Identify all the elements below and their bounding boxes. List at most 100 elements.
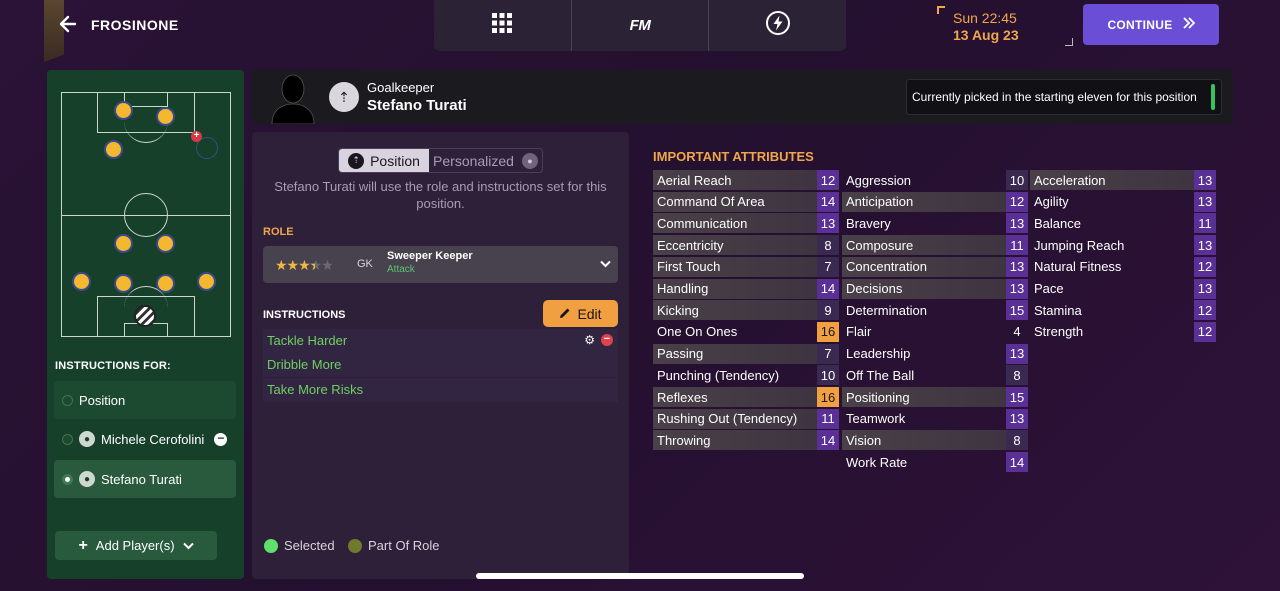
attribute-value: 8 xyxy=(1006,430,1028,451)
attribute-value: 14 xyxy=(817,430,839,451)
attribute-row[interactable]: Composure 11 xyxy=(842,235,1028,256)
formation-player-marker[interactable] xyxy=(156,234,175,253)
chevron-down-icon xyxy=(600,256,611,271)
plus-icon: + xyxy=(78,536,88,554)
continue-button[interactable]: CONTINUE xyxy=(1083,4,1219,45)
attribute-row[interactable]: Eccentricity 8 xyxy=(653,235,839,256)
attribute-value: 13 xyxy=(1194,278,1216,299)
formation-player-marker[interactable] xyxy=(114,101,133,120)
attribute-row[interactable]: Acceleration 13 xyxy=(1030,170,1216,190)
option-player-cerofolini[interactable]: ● Michele Cerofolini − xyxy=(54,420,236,458)
instruction-row[interactable]: Dribble More xyxy=(263,353,618,377)
option-position[interactable]: Position xyxy=(54,381,236,419)
attribute-row[interactable]: Decisions 13 xyxy=(842,278,1028,299)
role-selector[interactable]: ★★★★★★ GK Sweeper Keeper Attack xyxy=(263,246,618,283)
attribute-row[interactable]: Balance 11 xyxy=(1030,213,1216,234)
attribute-row[interactable]: Vision 8 xyxy=(842,430,1028,451)
formation-player-marker[interactable] xyxy=(114,234,133,253)
attribute-value: 16 xyxy=(817,387,839,407)
attribute-row[interactable]: Pace 13 xyxy=(1030,278,1216,299)
lightning-button[interactable] xyxy=(709,0,846,51)
attribute-name: Strength xyxy=(1034,324,1084,340)
attribute-row[interactable]: Aerial Reach 12 xyxy=(653,170,839,190)
instruction-mode-toggle[interactable]: ⇡ Position Personalized ● xyxy=(338,148,543,173)
edit-instructions-button[interactable]: Edit xyxy=(543,300,618,327)
attribute-row[interactable]: Command Of Area 14 xyxy=(653,191,839,212)
top-navigation: FM xyxy=(434,0,846,51)
player-name[interactable]: Stefano Turati xyxy=(367,97,467,114)
attribute-value: 13 xyxy=(1194,235,1216,256)
radio-button[interactable] xyxy=(62,394,73,406)
instruction-row[interactable]: Take More Risks xyxy=(263,378,618,402)
back-arrow-icon[interactable] xyxy=(58,14,80,36)
attribute-row[interactable]: Natural Fitness 12 xyxy=(1030,256,1216,277)
attribute-row[interactable]: Anticipation 12 xyxy=(842,191,1028,212)
remove-instruction-icon[interactable]: − xyxy=(601,334,613,346)
toggle-personalized[interactable]: Personalized ● xyxy=(429,149,542,172)
game-date: Sun 22:45 13 Aug 23 xyxy=(937,6,1073,46)
attribute-row[interactable]: Reflexes 16 xyxy=(653,387,839,407)
attribute-name: Aggression xyxy=(846,172,912,188)
legend-dot xyxy=(264,538,278,553)
attribute-row[interactable]: Stamina 12 xyxy=(1030,300,1216,321)
role-heading: ROLE xyxy=(263,226,294,238)
attribute-row[interactable]: Determination 15 xyxy=(842,300,1028,321)
attribute-row[interactable]: Work Rate 14 xyxy=(842,452,1028,473)
remove-icon[interactable]: − xyxy=(214,432,228,446)
radio-button[interactable] xyxy=(62,433,73,445)
instruction-label: Dribble More xyxy=(267,357,342,372)
instructions-for-heading: INSTRUCTIONS FOR: xyxy=(55,360,171,372)
attribute-row[interactable]: Passing 7 xyxy=(653,343,839,364)
attribute-row[interactable]: Strength 12 xyxy=(1030,321,1216,342)
double-chevron-right-icon xyxy=(1182,17,1195,32)
attribute-row[interactable]: Handling 14 xyxy=(653,278,839,299)
attribute-row[interactable]: Jumping Reach 13 xyxy=(1030,235,1216,256)
attribute-row[interactable]: Positioning 15 xyxy=(842,387,1028,407)
legend-label: Part Of Role xyxy=(368,538,440,553)
formation-pitch[interactable]: + xyxy=(61,92,231,337)
attribute-value: 13 xyxy=(1006,408,1028,429)
important-attributes-heading: IMPORTANT ATTRIBUTES xyxy=(653,149,814,164)
attribute-row[interactable]: Punching (Tendency) 10 xyxy=(653,365,839,386)
gear-icon[interactable]: ⚙ xyxy=(584,334,595,346)
attribute-row[interactable]: Aggression 10 xyxy=(842,170,1028,190)
attribute-row[interactable]: Leadership 13 xyxy=(842,343,1028,364)
grid-menu-button[interactable] xyxy=(434,0,572,51)
attribute-name: Kicking xyxy=(657,302,699,318)
attribute-row[interactable]: Kicking 9 xyxy=(653,300,839,321)
tactics-side-panel: + INSTRUCTIONS FOR: Position ● Michele C… xyxy=(47,70,244,579)
goalkeeper-marker[interactable] xyxy=(134,305,156,327)
attribute-name: Rushing Out (Tendency) xyxy=(657,411,798,427)
instruction-row[interactable]: Tackle Harder ⚙ − xyxy=(263,329,618,353)
radio-button-selected[interactable] xyxy=(62,473,73,485)
attribute-row[interactable]: Flair 4 xyxy=(842,322,1028,342)
attribute-row[interactable]: Throwing 14 xyxy=(653,430,839,451)
fm-home-button[interactable]: FM xyxy=(572,0,710,51)
attribute-name: Handling xyxy=(657,281,709,296)
formation-player-marker[interactable] xyxy=(197,272,216,291)
club-name[interactable]: FROSINONE xyxy=(91,17,179,33)
formation-player-marker[interactable] xyxy=(156,107,175,126)
attribute-row[interactable]: First Touch 7 xyxy=(653,256,839,277)
instructions-panel: ⇡ Position Personalized ● Stefano Turati… xyxy=(252,132,629,579)
attribute-row[interactable]: Concentration 13 xyxy=(842,256,1028,277)
add-players-button[interactable]: + Add Player(s) xyxy=(55,531,217,560)
attribute-value: 12 xyxy=(1194,256,1216,277)
option-player-turati[interactable]: ● Stefano Turati xyxy=(54,460,236,498)
home-indicator[interactable] xyxy=(476,573,804,579)
attribute-row[interactable]: One On Ones 16 xyxy=(653,321,839,342)
attribute-row[interactable]: Communication 13 xyxy=(653,213,839,234)
attribute-row[interactable]: Off The Ball 8 xyxy=(842,365,1028,386)
attribute-row[interactable]: Teamwork 13 xyxy=(842,408,1028,429)
formation-player-marker[interactable] xyxy=(156,274,175,293)
formation-player-marker[interactable] xyxy=(104,140,123,159)
attribute-row[interactable]: Rushing Out (Tendency) 11 xyxy=(653,408,839,429)
attribute-name: Positioning xyxy=(846,389,910,405)
formation-player-marker[interactable] xyxy=(72,272,91,291)
formation-player-marker[interactable] xyxy=(114,274,133,293)
attribute-row[interactable]: Bravery 13 xyxy=(842,213,1028,234)
toggle-position[interactable]: ⇡ Position xyxy=(339,149,429,172)
attribute-row[interactable]: Agility 13 xyxy=(1030,191,1216,212)
attribute-value: 13 xyxy=(1006,256,1028,277)
attribute-name: Flair xyxy=(846,324,872,340)
